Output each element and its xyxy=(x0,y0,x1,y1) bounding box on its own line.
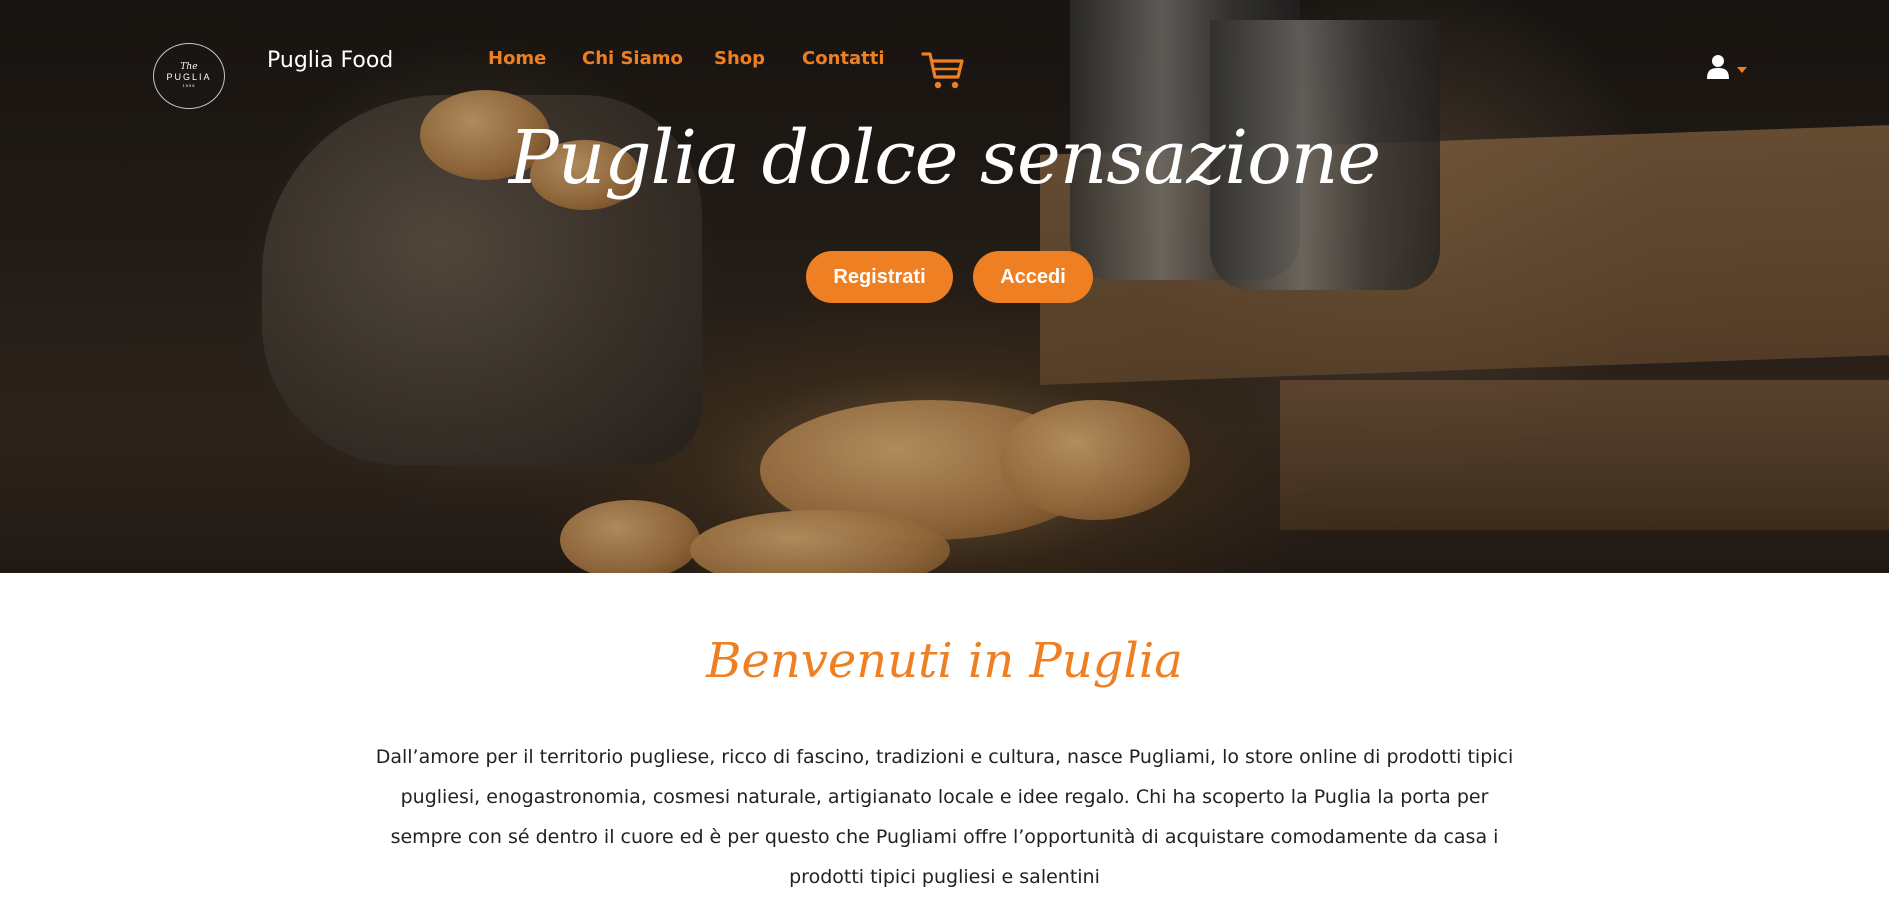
login-button[interactable]: Accedi xyxy=(973,251,1093,303)
welcome-section: Benvenuti in Puglia Dall’amore per il te… xyxy=(0,573,1889,888)
brand-logo[interactable]: The PUGLIA 1996 xyxy=(153,43,225,109)
logo-main-text: PUGLIA xyxy=(166,72,212,82)
nav-item-chi-siamo[interactable]: Chi Siamo xyxy=(582,48,683,69)
chevron-down-icon xyxy=(1737,67,1747,73)
welcome-text: Dall’amore per il territorio pugliese, r… xyxy=(375,746,1514,888)
hero-title: Puglia dolce sensazione xyxy=(508,115,1381,201)
shopping-cart-icon[interactable] xyxy=(921,48,965,92)
nav-item-shop[interactable]: Shop xyxy=(714,48,765,69)
user-icon xyxy=(1707,55,1729,79)
brand-name[interactable]: Puglia Food xyxy=(267,48,393,73)
nav-item-contatti[interactable]: Contatti xyxy=(802,48,885,69)
user-menu[interactable] xyxy=(1706,53,1752,83)
top-navigation: The PUGLIA 1996 Puglia Food Home Chi Sia… xyxy=(0,0,1889,130)
register-button[interactable]: Registrati xyxy=(806,251,953,303)
hero-section: The PUGLIA 1996 Puglia Food Home Chi Sia… xyxy=(0,0,1889,573)
welcome-title: Benvenuti in Puglia xyxy=(706,633,1183,689)
nav-item-home[interactable]: Home xyxy=(488,48,546,69)
logo-top-text: The xyxy=(180,62,198,72)
logo-sub-text: 1996 xyxy=(182,83,196,88)
